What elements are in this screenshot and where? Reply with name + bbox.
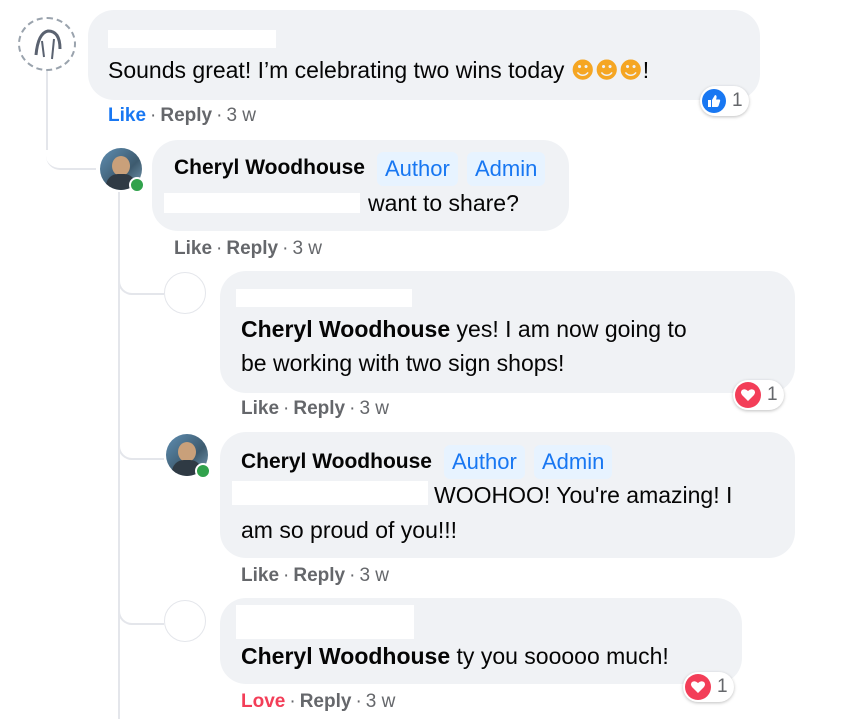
- comment-actions: Like · Reply · 3 w: [174, 238, 323, 259]
- redacted-author: [236, 289, 412, 307]
- like-button[interactable]: Like: [108, 105, 146, 126]
- reaction-summary[interactable]: 1: [733, 380, 784, 410]
- thread-elbow-2: [118, 255, 164, 295]
- reaction-count: 1: [767, 384, 778, 405]
- reaction-count: 1: [732, 90, 743, 111]
- like-reaction-icon: [702, 89, 726, 113]
- comment-text: Sounds great! I’m celebrating two wins t…: [108, 57, 650, 84]
- like-button[interactable]: Like: [241, 565, 279, 586]
- reply-button[interactable]: Reply: [160, 105, 212, 126]
- author-badge[interactable]: Author: [377, 152, 458, 186]
- comment-actions: Like · Reply · 3 w: [241, 398, 390, 419]
- comment-time[interactable]: 3 w: [292, 238, 322, 259]
- love-reaction-icon: [685, 674, 711, 700]
- like-button[interactable]: Like: [174, 238, 212, 259]
- redacted-text: [164, 193, 360, 213]
- mention-link[interactable]: Cheryl Woodhouse: [241, 643, 450, 669]
- reply-button[interactable]: Reply: [226, 238, 278, 259]
- redacted-author: [108, 30, 276, 48]
- comment-bubble: [88, 10, 760, 100]
- mention-link[interactable]: Cheryl Woodhouse: [241, 316, 450, 342]
- online-status-indicator: [195, 463, 211, 479]
- smile-emoji-icon: ☻: [594, 58, 619, 84]
- comment-time[interactable]: 3 w: [359, 565, 389, 586]
- avatar[interactable]: [18, 17, 76, 71]
- reaction-count: 1: [717, 676, 728, 697]
- avatar-sketch-icon: [34, 29, 62, 60]
- comment-text: want to share?: [368, 190, 519, 216]
- avatar[interactable]: [164, 272, 206, 314]
- reaction-summary[interactable]: 1: [683, 672, 734, 702]
- admin-badge[interactable]: Admin: [534, 445, 613, 479]
- comment-time[interactable]: 3 w: [366, 691, 396, 712]
- comment-text-line: am so proud of you!!!: [241, 517, 458, 543]
- comment-author[interactable]: Cheryl Woodhouse: [174, 156, 365, 180]
- love-button[interactable]: Love: [241, 691, 285, 712]
- smile-emoji-icon: ☻: [618, 58, 643, 84]
- thread-elbow-1: [46, 120, 96, 170]
- comment-text: Cheryl Woodhouse ty you sooooo much!: [241, 643, 669, 669]
- comment-text: WOOHOO! You're amazing! I: [434, 482, 733, 508]
- reply-button[interactable]: Reply: [293, 565, 345, 586]
- redacted-author: [236, 605, 414, 639]
- smile-emoji-icon: ☻: [570, 58, 595, 84]
- comment-actions: Like · Reply · 3 w: [108, 105, 257, 126]
- redacted-text: [232, 481, 428, 505]
- comment-actions: Love · Reply · 3 w: [241, 691, 396, 712]
- like-button[interactable]: Like: [241, 398, 279, 419]
- reaction-summary[interactable]: 1: [700, 86, 749, 116]
- avatar[interactable]: [164, 600, 206, 642]
- love-reaction-icon: [735, 382, 761, 408]
- thread-elbow-4: [118, 585, 164, 625]
- thread-elbow-3: [118, 420, 164, 460]
- comment-author[interactable]: Cheryl Woodhouse: [241, 450, 432, 474]
- comment-time[interactable]: 3 w: [226, 105, 256, 126]
- reply-button[interactable]: Reply: [300, 691, 352, 712]
- comment-actions: Like · Reply · 3 w: [241, 565, 390, 586]
- online-status-indicator: [129, 177, 145, 193]
- comment-text-line: be working with two sign shops!: [241, 350, 565, 376]
- author-badge[interactable]: Author: [444, 445, 525, 479]
- comment-text: Cheryl Woodhouse yes! I am now going to: [241, 316, 687, 342]
- admin-badge[interactable]: Admin: [467, 152, 546, 186]
- comment-time[interactable]: 3 w: [359, 398, 389, 419]
- reply-button[interactable]: Reply: [293, 398, 345, 419]
